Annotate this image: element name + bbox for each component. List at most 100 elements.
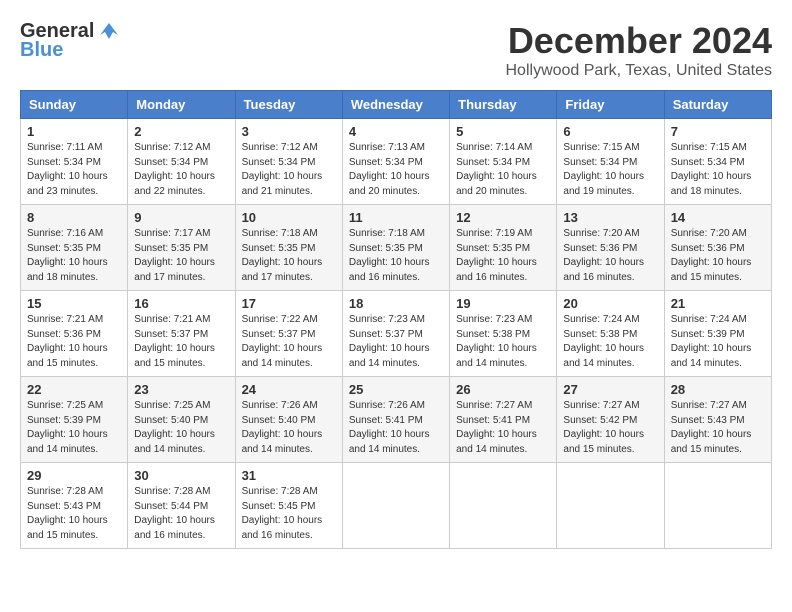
table-row: 26 Sunrise: 7:27 AM Sunset: 5:41 PM Dayl… — [450, 377, 557, 463]
day-number: 11 — [349, 210, 443, 225]
table-row: 27 Sunrise: 7:27 AM Sunset: 5:42 PM Dayl… — [557, 377, 664, 463]
day-info: Sunrise: 7:11 AM Sunset: 5:34 PM Dayligh… — [27, 141, 121, 199]
calendar-table: Sunday Monday Tuesday Wednesday Thursday… — [20, 90, 772, 549]
sunset-text: Sunset: 5:42 PM — [563, 415, 637, 426]
day-info: Sunrise: 7:20 AM Sunset: 5:36 PM Dayligh… — [671, 227, 765, 285]
table-row: 7 Sunrise: 7:15 AM Sunset: 5:34 PM Dayli… — [664, 119, 771, 205]
day-number: 17 — [242, 296, 336, 311]
col-monday: Monday — [128, 91, 235, 119]
table-row: 4 Sunrise: 7:13 AM Sunset: 5:34 PM Dayli… — [342, 119, 449, 205]
sunrise-text: Sunrise: 7:16 AM — [27, 228, 103, 239]
table-row: 20 Sunrise: 7:24 AM Sunset: 5:38 PM Dayl… — [557, 291, 664, 377]
sunrise-text: Sunrise: 7:23 AM — [456, 314, 532, 325]
day-number: 28 — [671, 382, 765, 397]
table-row — [342, 463, 449, 549]
day-number: 16 — [134, 296, 228, 311]
daylight-text: Daylight: 10 hours and 15 minutes. — [27, 343, 108, 369]
day-number: 8 — [27, 210, 121, 225]
day-number: 2 — [134, 124, 228, 139]
page-header: General Blue December 2024 Hollywood Par… — [20, 20, 772, 80]
table-row: 29 Sunrise: 7:28 AM Sunset: 5:43 PM Dayl… — [21, 463, 128, 549]
day-info: Sunrise: 7:14 AM Sunset: 5:34 PM Dayligh… — [456, 141, 550, 199]
daylight-text: Daylight: 10 hours and 14 minutes. — [563, 343, 644, 369]
day-number: 15 — [27, 296, 121, 311]
day-number: 14 — [671, 210, 765, 225]
sunrise-text: Sunrise: 7:25 AM — [27, 400, 103, 411]
day-info: Sunrise: 7:22 AM Sunset: 5:37 PM Dayligh… — [242, 313, 336, 371]
day-number: 13 — [563, 210, 657, 225]
day-number: 24 — [242, 382, 336, 397]
day-number: 20 — [563, 296, 657, 311]
day-number: 30 — [134, 468, 228, 483]
sunset-text: Sunset: 5:38 PM — [456, 329, 530, 340]
day-info: Sunrise: 7:25 AM Sunset: 5:40 PM Dayligh… — [134, 399, 228, 457]
sunset-text: Sunset: 5:37 PM — [242, 329, 316, 340]
daylight-text: Daylight: 10 hours and 15 minutes. — [671, 257, 752, 283]
sunrise-text: Sunrise: 7:26 AM — [242, 400, 318, 411]
sunrise-text: Sunrise: 7:19 AM — [456, 228, 532, 239]
sunrise-text: Sunrise: 7:20 AM — [563, 228, 639, 239]
sunset-text: Sunset: 5:36 PM — [671, 243, 745, 254]
daylight-text: Daylight: 10 hours and 16 minutes. — [563, 257, 644, 283]
sunrise-text: Sunrise: 7:18 AM — [242, 228, 318, 239]
table-row: 9 Sunrise: 7:17 AM Sunset: 5:35 PM Dayli… — [128, 205, 235, 291]
daylight-text: Daylight: 10 hours and 16 minutes. — [349, 257, 430, 283]
calendar-week-row: 1 Sunrise: 7:11 AM Sunset: 5:34 PM Dayli… — [21, 119, 772, 205]
calendar-week-row: 15 Sunrise: 7:21 AM Sunset: 5:36 PM Dayl… — [21, 291, 772, 377]
daylight-text: Daylight: 10 hours and 23 minutes. — [27, 171, 108, 197]
daylight-text: Daylight: 10 hours and 18 minutes. — [27, 257, 108, 283]
day-info: Sunrise: 7:21 AM Sunset: 5:37 PM Dayligh… — [134, 313, 228, 371]
sunset-text: Sunset: 5:34 PM — [27, 157, 101, 168]
table-row: 6 Sunrise: 7:15 AM Sunset: 5:34 PM Dayli… — [557, 119, 664, 205]
sunset-text: Sunset: 5:40 PM — [134, 415, 208, 426]
day-info: Sunrise: 7:27 AM Sunset: 5:42 PM Dayligh… — [563, 399, 657, 457]
daylight-text: Daylight: 10 hours and 16 minutes. — [242, 515, 323, 541]
day-info: Sunrise: 7:26 AM Sunset: 5:40 PM Dayligh… — [242, 399, 336, 457]
day-info: Sunrise: 7:27 AM Sunset: 5:43 PM Dayligh… — [671, 399, 765, 457]
sunrise-text: Sunrise: 7:21 AM — [134, 314, 210, 325]
sunrise-text: Sunrise: 7:17 AM — [134, 228, 210, 239]
day-info: Sunrise: 7:25 AM Sunset: 5:39 PM Dayligh… — [27, 399, 121, 457]
daylight-text: Daylight: 10 hours and 14 minutes. — [27, 429, 108, 455]
sunrise-text: Sunrise: 7:14 AM — [456, 142, 532, 153]
table-row: 1 Sunrise: 7:11 AM Sunset: 5:34 PM Dayli… — [21, 119, 128, 205]
table-row: 12 Sunrise: 7:19 AM Sunset: 5:35 PM Dayl… — [450, 205, 557, 291]
sunset-text: Sunset: 5:34 PM — [563, 157, 637, 168]
table-row: 13 Sunrise: 7:20 AM Sunset: 5:36 PM Dayl… — [557, 205, 664, 291]
calendar-week-row: 8 Sunrise: 7:16 AM Sunset: 5:35 PM Dayli… — [21, 205, 772, 291]
day-info: Sunrise: 7:27 AM Sunset: 5:41 PM Dayligh… — [456, 399, 550, 457]
day-info: Sunrise: 7:12 AM Sunset: 5:34 PM Dayligh… — [134, 141, 228, 199]
table-row: 28 Sunrise: 7:27 AM Sunset: 5:43 PM Dayl… — [664, 377, 771, 463]
col-saturday: Saturday — [664, 91, 771, 119]
sunset-text: Sunset: 5:39 PM — [27, 415, 101, 426]
col-friday: Friday — [557, 91, 664, 119]
daylight-text: Daylight: 10 hours and 15 minutes. — [671, 429, 752, 455]
day-info: Sunrise: 7:24 AM Sunset: 5:38 PM Dayligh… — [563, 313, 657, 371]
day-info: Sunrise: 7:28 AM Sunset: 5:45 PM Dayligh… — [242, 485, 336, 543]
table-row: 5 Sunrise: 7:14 AM Sunset: 5:34 PM Dayli… — [450, 119, 557, 205]
day-info: Sunrise: 7:26 AM Sunset: 5:41 PM Dayligh… — [349, 399, 443, 457]
logo-blue: Blue — [20, 39, 63, 62]
table-row — [450, 463, 557, 549]
sunset-text: Sunset: 5:34 PM — [134, 157, 208, 168]
col-thursday: Thursday — [450, 91, 557, 119]
col-tuesday: Tuesday — [235, 91, 342, 119]
table-row: 10 Sunrise: 7:18 AM Sunset: 5:35 PM Dayl… — [235, 205, 342, 291]
daylight-text: Daylight: 10 hours and 20 minutes. — [456, 171, 537, 197]
sunset-text: Sunset: 5:37 PM — [349, 329, 423, 340]
sunset-text: Sunset: 5:39 PM — [671, 329, 745, 340]
sunrise-text: Sunrise: 7:11 AM — [27, 142, 102, 153]
table-row: 14 Sunrise: 7:20 AM Sunset: 5:36 PM Dayl… — [664, 205, 771, 291]
day-number: 4 — [349, 124, 443, 139]
daylight-text: Daylight: 10 hours and 19 minutes. — [563, 171, 644, 197]
table-row: 23 Sunrise: 7:25 AM Sunset: 5:40 PM Dayl… — [128, 377, 235, 463]
day-number: 3 — [242, 124, 336, 139]
table-row — [557, 463, 664, 549]
day-number: 27 — [563, 382, 657, 397]
calendar-week-row: 29 Sunrise: 7:28 AM Sunset: 5:43 PM Dayl… — [21, 463, 772, 549]
day-number: 21 — [671, 296, 765, 311]
sunrise-text: Sunrise: 7:27 AM — [671, 400, 747, 411]
day-number: 29 — [27, 468, 121, 483]
day-info: Sunrise: 7:13 AM Sunset: 5:34 PM Dayligh… — [349, 141, 443, 199]
daylight-text: Daylight: 10 hours and 15 minutes. — [134, 343, 215, 369]
